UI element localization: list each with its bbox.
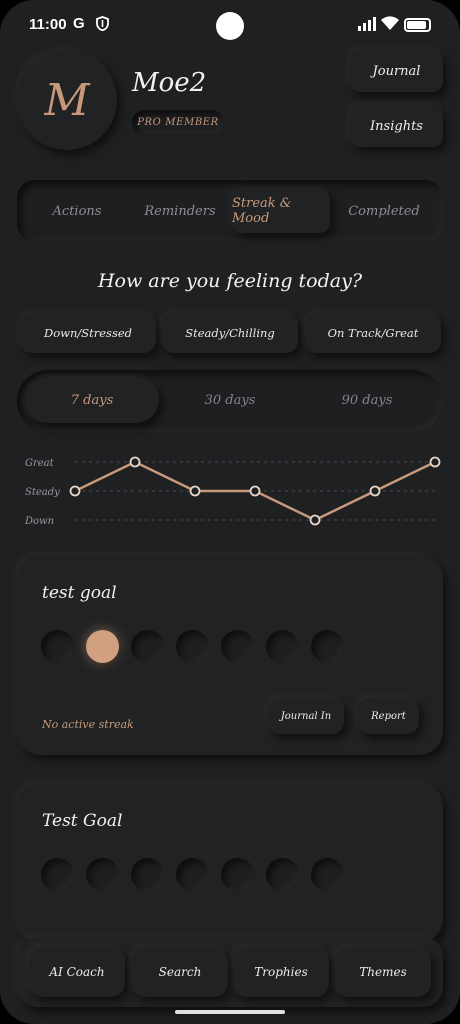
wifi-icon [381,16,399,30]
mood-point [429,456,441,468]
mood-steady-chilling-button[interactable]: Steady/Chilling [162,313,298,353]
mood-point [69,485,81,497]
day-dot [86,858,119,891]
nav-ai-coach[interactable]: AI Coach [29,947,125,997]
shield-icon [96,16,109,31]
home-indicator [175,1010,285,1014]
day-dot [221,858,254,891]
mood-point [249,485,261,497]
period-30-days[interactable]: 30 days [163,377,297,423]
day-dot [131,858,164,891]
mood-chart: Down Steady Great [24,456,441,527]
avatar-initial: M [44,74,90,126]
day-dot [311,858,344,891]
nav-themes[interactable]: Themes [335,947,431,997]
goal-card-1: test goal No active streak Journal In Re… [17,555,443,755]
battery-icon [404,18,431,32]
day-dot [86,630,119,663]
insights-button[interactable]: Insights [350,105,443,147]
y-tick-label: Steady [25,487,60,498]
goal-title: test goal [42,583,117,603]
phone-screen: 11:00 G M Moe2 PRO MEMBER Journal Insigh… [0,0,460,1024]
google-icon: G [73,15,85,32]
tab-reminders[interactable]: Reminders [131,189,229,233]
period-7-days[interactable]: 7 days [25,377,159,423]
tab-completed[interactable]: Completed [335,189,433,233]
nav-trophies[interactable]: Trophies [233,947,329,997]
report-button[interactable]: Report [358,698,419,734]
day-dot [221,630,254,663]
period-selector: 7 days 30 days 90 days [17,370,443,432]
tab-actions[interactable]: Actions [28,189,126,233]
day-dot [41,630,74,663]
day-dot [266,858,299,891]
mood-point [189,485,201,497]
period-90-days[interactable]: 90 days [300,377,434,423]
pro-member-badge: PRO MEMBER [132,110,224,134]
status-time: 11:00 [29,16,67,33]
journal-in-button[interactable]: Journal In [268,698,344,734]
signal-icon [358,17,376,31]
goal-title: Test Goal [42,811,123,831]
mood-point [369,485,381,497]
goal-card-2: Test Goal [17,783,443,943]
day-dot [41,858,74,891]
avatar[interactable]: M [17,50,117,150]
y-tick-label: Great [25,458,55,469]
mood-on-track-great-button[interactable]: On Track/Great [305,313,441,353]
tab-bar: Actions Reminders Streak & Mood Complete… [17,180,443,242]
day-dot [266,630,299,663]
tab-streak-mood[interactable]: Streak & Mood [232,189,330,233]
mood-down-stressed-button[interactable]: Down/Stressed [20,313,156,353]
username: Moe2 [132,68,207,98]
y-tick-label: Down [24,516,54,527]
day-dot [176,630,209,663]
status-bar: 11:00 G [0,0,460,50]
mood-point [309,514,321,526]
day-dot [311,630,344,663]
camera-cutout [216,12,244,40]
day-dot [131,630,164,663]
day-dot [176,858,209,891]
mood-point [129,456,141,468]
bottom-nav: AI Coach Search Trophies Themes [17,937,443,1007]
nav-search[interactable]: Search [132,947,228,997]
mood-question: How are you feeling today? [97,270,363,292]
journal-button[interactable]: Journal [350,50,443,92]
streak-status: No active streak [42,718,134,731]
